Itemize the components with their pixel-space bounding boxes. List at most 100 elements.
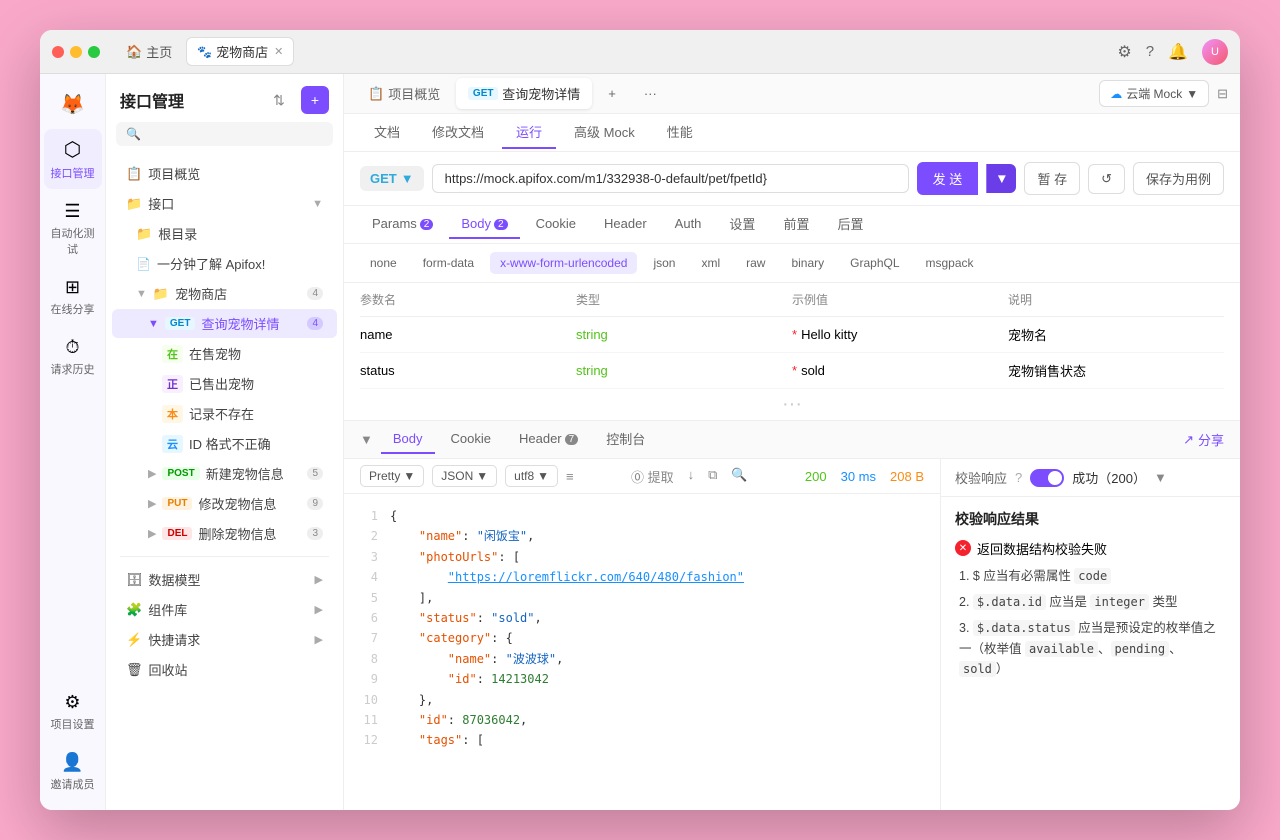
body-type-raw[interactable]: raw [736,252,775,274]
req-tab-auth[interactable]: Auth [663,210,714,239]
tree-item-on-sale[interactable]: 在 在售宠物 [112,339,337,368]
req-tab-pre[interactable]: 前置 [771,208,821,241]
param-name-name: name [360,327,576,342]
col-param-name: 参数名 [360,291,576,308]
avatar[interactable]: U [1202,39,1228,65]
body-type-form-data[interactable]: form-data [413,252,484,274]
pretty-select[interactable]: Pretty ▼ [360,465,424,487]
collapse-icon[interactable]: ▼ [360,432,373,447]
api-icon: ⬡ [64,137,81,162]
body-type-msgpack[interactable]: msgpack [916,252,984,274]
sub-tab-performance[interactable]: 性能 [653,116,707,149]
resp-tab-cookie[interactable]: Cookie [439,425,503,454]
tree-item-get-pet-detail[interactable]: ▼ GET 查询宠物详情 4 [112,309,337,338]
send-button[interactable]: 发 送 [917,162,979,195]
url-input[interactable] [432,164,909,193]
refresh-button[interactable]: ↺ [1088,164,1125,194]
tree-item-sold-out[interactable]: 正 已售出宠物 [112,369,337,398]
tree-item-not-exist[interactable]: 本 记录不存在 [112,399,337,428]
search-input[interactable] [147,127,323,141]
add-button[interactable]: + [301,86,329,114]
close-tab-icon[interactable]: ✕ [274,45,283,58]
code-line-10: 10 }, [360,690,924,710]
req-tab-settings[interactable]: 设置 [717,208,767,241]
sub-tab-advanced-mock[interactable]: 高级 Mock [560,116,649,149]
body-type-json[interactable]: json [643,252,685,274]
maximize-button[interactable] [88,46,100,58]
tab-home[interactable]: 🏠 主页 [116,38,182,65]
copy-icon[interactable]: ⧉ [708,467,717,486]
sidebar-item-share[interactable]: ⊞ 在线分享 [44,269,102,325]
code-line-2: 2 "name": "闲饭宝", [360,526,924,546]
req-tab-post-process[interactable]: 后置 [825,208,875,241]
tree-item-pet-shop-folder[interactable]: ▼ 📁 宠物商店 4 [112,279,337,308]
tab-project-icon: 📋 [368,86,384,102]
top-tab-more[interactable]: ··· [632,80,669,107]
sort-button[interactable]: ⇅ [265,86,293,114]
body-type-urlencoded[interactable]: x-www-form-urlencoded [490,252,637,274]
tree-item-data-model[interactable]: 🗄 数据模型 ▶ [112,565,337,594]
resp-tab-header[interactable]: Header7 [507,425,590,454]
tree-item-invalid-id[interactable]: 云 ID 格式不正确 [112,429,337,458]
get-method-tag: GET [165,317,196,330]
sub-tab-run[interactable]: 运行 [502,116,556,149]
top-tab-project-overview[interactable]: 📋 项目概览 [356,78,452,109]
tree-item-interfaces[interactable]: 📁 接口 ▼ [112,189,337,218]
sidebar-item-api-manager[interactable]: ⬡ 接口管理 [44,129,102,189]
search-response-icon[interactable]: 🔍 [731,467,747,486]
sub-tab-docs[interactable]: 文档 [360,116,414,149]
sidebar-item-fox[interactable]: 🦊 [44,84,102,125]
send-dropdown-button[interactable]: ▼ [986,164,1016,193]
body-type-none[interactable]: none [360,252,407,274]
tree-item-post-pet[interactable]: ▶ POST 新建宠物信息 5 [112,459,337,488]
tab-pet-shop[interactable]: 🐾 宠物商店 ✕ [186,37,294,66]
layout-toggle-icon[interactable]: ⊟ [1217,86,1228,102]
bell-icon[interactable]: 🔔 [1168,42,1188,62]
sidebar-label-share: 在线分享 [51,301,95,317]
tree-item-root-dir[interactable]: 📁 根目录 [112,219,337,248]
sidebar-item-history[interactable]: ⏱ 请求历史 [44,329,102,385]
tree-item-del-pet[interactable]: ▶ DEL 删除宠物信息 3 [112,519,337,548]
close-button[interactable] [52,46,64,58]
req-tab-params[interactable]: Params2 [360,210,445,239]
validate-dropdown-icon[interactable]: ▼ [1154,470,1167,485]
minimize-button[interactable] [70,46,82,58]
share-button[interactable]: ↗ 分享 [1183,430,1224,449]
download-icon[interactable]: ↓ [688,467,695,486]
tree-item-apifox-intro[interactable]: 📄 一分钟了解 Apifox! [112,249,337,278]
invite-icon: 👤 [61,752,83,773]
sidebar-item-invite[interactable]: 👤 邀请成员 [44,744,102,800]
encoding-select[interactable]: utf8 ▼ [505,465,558,487]
body-type-xml[interactable]: xml [691,252,730,274]
json-select[interactable]: JSON ▼ [432,465,497,487]
req-tab-body[interactable]: Body2 [449,210,519,239]
tree-item-recycle-bin[interactable]: 🗑 回收站 [112,655,337,684]
tree-item-components[interactable]: 🧩 组件库 ▶ [112,595,337,624]
validate-list-item-3: 3. $.data.status 应当是预设定的枚举值之一（枚举值 availa… [959,618,1226,679]
method-selector[interactable]: GET ▼ [360,166,424,191]
top-tab-get-pet[interactable]: GET 查询宠物详情 [456,78,592,109]
retrieve-btn[interactable]: ⓪ 提取 [631,467,674,486]
format-icon[interactable]: ≡ [566,469,574,484]
resp-tab-console[interactable]: 控制台 [594,423,657,456]
sidebar-item-project-settings[interactable]: ⚙ 项目设置 [44,684,102,740]
tree-item-quick-request[interactable]: ⚡ 快捷请求 ▶ [112,625,337,654]
save-as-button[interactable]: 保存为用例 [1133,162,1224,195]
tree-item-project-overview[interactable]: 📋 项目概览 [112,159,337,188]
validate-list-item-1: 1. $ 应当有必需属性 code [959,566,1226,586]
save-button[interactable]: 暂 存 [1024,162,1080,195]
top-tab-add[interactable]: + [596,80,628,107]
cloud-mock-button[interactable]: ☁ 云端 Mock ▼ [1099,80,1209,107]
req-tab-header[interactable]: Header [592,210,659,239]
sub-tab-edit-docs[interactable]: 修改文档 [418,116,498,149]
body-type-graphql[interactable]: GraphQL [840,252,909,274]
req-tab-cookie[interactable]: Cookie [524,210,588,239]
help-icon[interactable]: ? [1146,43,1154,60]
body-type-binary[interactable]: binary [781,252,834,274]
validate-toggle[interactable] [1030,469,1064,487]
tree-item-put-pet[interactable]: ▶ PUT 修改宠物信息 9 [112,489,337,518]
settings-icon[interactable]: ⚙ [1117,42,1131,62]
required-star: * [792,327,797,342]
sidebar-item-automation[interactable]: ☰ 自动化测试 [44,193,102,265]
resp-tab-body[interactable]: Body [381,425,435,454]
